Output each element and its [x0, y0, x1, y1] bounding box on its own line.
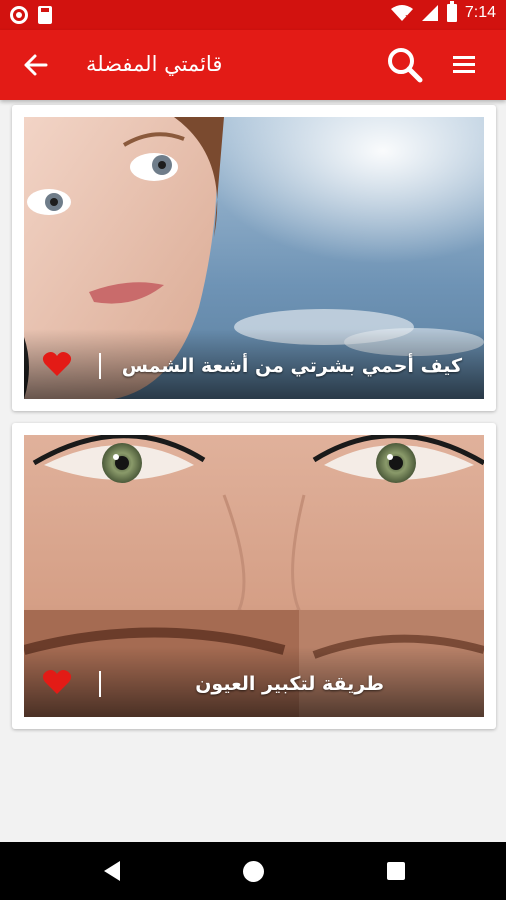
nav-home-icon[interactable] [243, 861, 264, 882]
status-right: x 7:14 [390, 1, 496, 22]
favorite-card[interactable]: كيف أحمي بشرتي من أشعة الشمس [12, 105, 496, 411]
caption-divider [99, 353, 101, 379]
card-title[interactable]: طريقة لتكبير العيون [195, 673, 384, 695]
card-image-bigger-eyes[interactable]: طريقة لتكبير العيون [24, 435, 484, 717]
sd-card-icon [38, 6, 52, 24]
clock: 7:14 [464, 4, 496, 21]
wifi-icon: x [390, 5, 413, 22]
record-icon [10, 6, 28, 24]
app-bar: قائمتي المفضلة [0, 30, 506, 100]
system-nav-bar [0, 842, 506, 900]
back-arrow-icon[interactable] [18, 47, 54, 83]
favorite-card[interactable]: طريقة لتكبير العيون [12, 423, 496, 729]
svg-text:x: x [405, 13, 411, 22]
caption-divider [99, 671, 101, 697]
page-title: قائمتي المفضلة [86, 52, 223, 76]
search-icon[interactable] [384, 44, 426, 86]
battery-icon [446, 1, 457, 22]
status-bar: x 7:14 [0, 0, 506, 30]
card-caption: كيف أحمي بشرتي من أشعة الشمس [24, 329, 484, 399]
nav-back-icon[interactable] [100, 859, 124, 883]
heart-icon[interactable] [42, 351, 72, 377]
card-caption: طريقة لتكبير العيون [24, 647, 484, 717]
signal-icon [421, 5, 438, 21]
card-image-sun-protection[interactable]: كيف أحمي بشرتي من أشعة الشمس [24, 117, 484, 399]
nav-recents-icon[interactable] [387, 862, 405, 880]
favorites-list: كيف أحمي بشرتي من أشعة الشمس طريقة لتكبي… [0, 100, 506, 842]
menu-icon[interactable] [446, 47, 482, 83]
card-title[interactable]: كيف أحمي بشرتي من أشعة الشمس [122, 355, 462, 377]
status-left [10, 6, 52, 24]
heart-icon[interactable] [42, 669, 72, 695]
